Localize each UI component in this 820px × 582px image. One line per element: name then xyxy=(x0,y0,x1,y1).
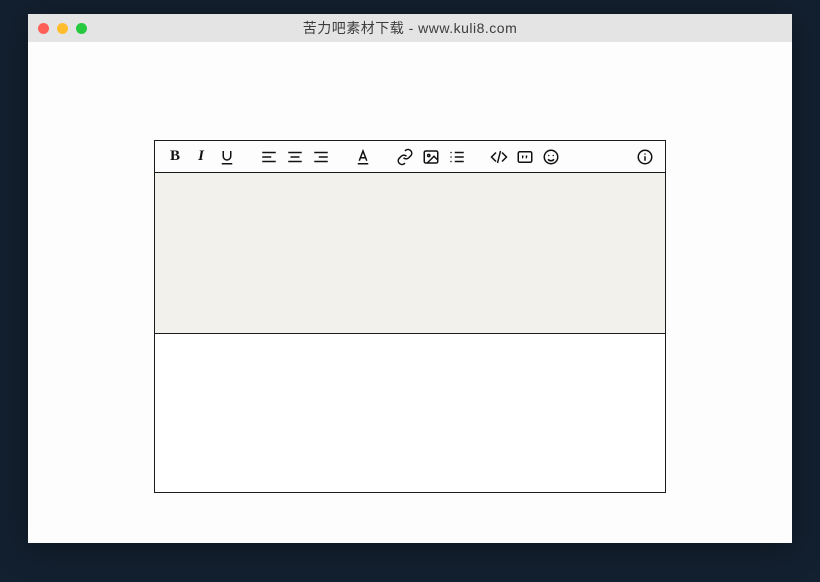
code-icon xyxy=(490,148,508,166)
output-preview xyxy=(154,334,666,493)
list-icon xyxy=(448,148,466,166)
code-button[interactable] xyxy=(489,147,509,167)
align-center-button[interactable] xyxy=(285,147,305,167)
insert-group xyxy=(395,147,467,167)
info-button[interactable] xyxy=(635,147,655,167)
emoji-button[interactable] xyxy=(541,147,561,167)
align-right-icon xyxy=(312,148,330,166)
bold-button[interactable]: B xyxy=(165,147,185,167)
text-style-group: B I xyxy=(165,147,237,167)
link-icon xyxy=(396,148,414,166)
list-button[interactable] xyxy=(447,147,467,167)
window-controls xyxy=(38,23,87,34)
link-button[interactable] xyxy=(395,147,415,167)
quote-button[interactable] xyxy=(515,147,535,167)
quote-icon xyxy=(516,148,534,166)
underline-icon xyxy=(218,148,236,166)
close-icon[interactable] xyxy=(38,23,49,34)
minimize-icon[interactable] xyxy=(57,23,68,34)
window-title: 苦力吧素材下载 - www.kuli8.com xyxy=(28,18,792,38)
align-center-icon xyxy=(286,148,304,166)
text-color-button[interactable] xyxy=(353,147,373,167)
titlebar: 苦力吧素材下载 - www.kuli8.com xyxy=(28,14,792,42)
image-icon xyxy=(422,148,440,166)
block-group xyxy=(489,147,561,167)
emoji-icon xyxy=(542,148,560,166)
italic-button[interactable]: I xyxy=(191,147,211,167)
align-left-icon xyxy=(260,148,278,166)
rich-text-editor: B I xyxy=(154,140,666,493)
app-window: 苦力吧素材下载 - www.kuli8.com B I xyxy=(28,14,792,543)
maximize-icon[interactable] xyxy=(76,23,87,34)
align-group xyxy=(259,147,331,167)
align-left-button[interactable] xyxy=(259,147,279,167)
align-right-button[interactable] xyxy=(311,147,331,167)
editor-textarea[interactable] xyxy=(154,172,666,334)
editor-toolbar: B I xyxy=(154,140,666,172)
info-icon xyxy=(636,148,654,166)
image-button[interactable] xyxy=(421,147,441,167)
underline-button[interactable] xyxy=(217,147,237,167)
window-content: B I xyxy=(28,42,792,543)
text-color-icon xyxy=(354,148,372,166)
